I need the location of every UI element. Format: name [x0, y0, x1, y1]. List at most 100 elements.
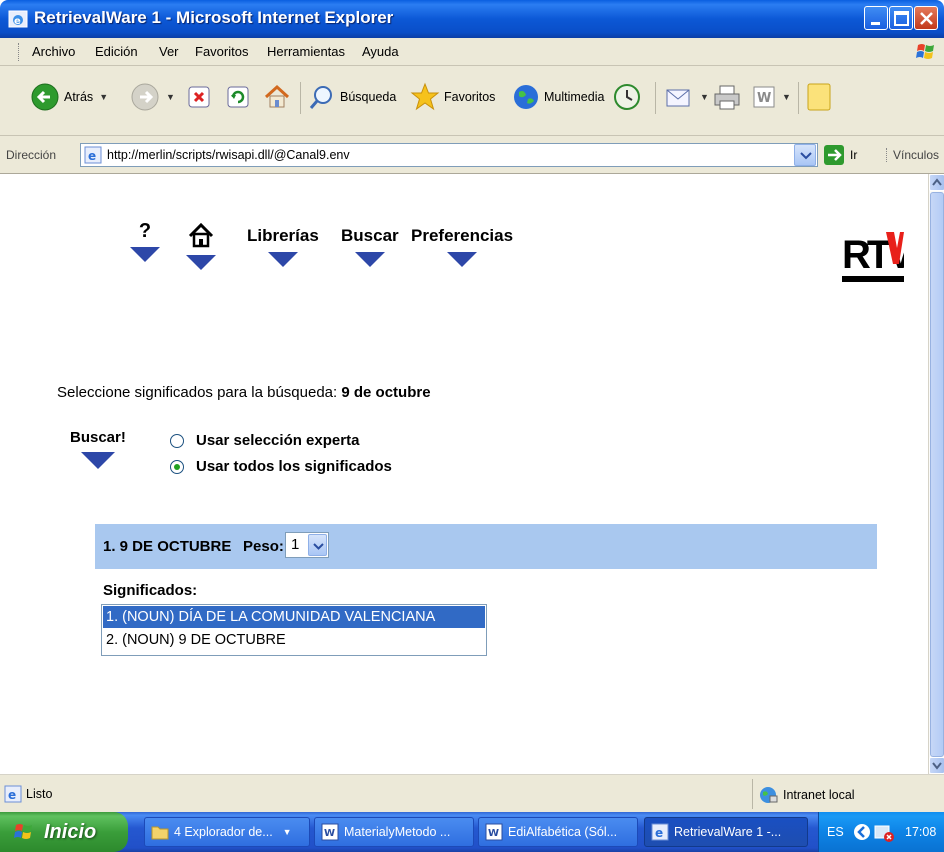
minimize-button[interactable] — [864, 6, 888, 30]
task-edialfabetica[interactable]: W EdiAlfabética (Sól... — [478, 817, 638, 847]
meaning-option-2[interactable]: 2. (NOUN) 9 DE OCTUBRE — [103, 629, 485, 651]
forward-arrow-icon — [131, 83, 159, 111]
weight-select[interactable]: 1 — [285, 532, 329, 558]
history-icon — [614, 84, 640, 110]
svg-text:e: e — [655, 826, 663, 840]
status-bar: e Listo Intranet local — [0, 774, 944, 812]
task-explorer[interactable]: 4 Explorador de... ▼ — [144, 817, 310, 847]
meaning-option-1[interactable]: 1. (NOUN) DÍA DE LA COMUNIDAD VALENCIANA — [103, 606, 485, 628]
forward-caret-icon[interactable]: ▼ — [166, 92, 175, 102]
preferences-nav-button[interactable]: Preferencias — [411, 226, 513, 267]
print-button[interactable] — [712, 80, 742, 114]
links-label[interactable]: Vínculos — [886, 148, 939, 162]
expert-selection-radio[interactable] — [170, 433, 184, 448]
word-icon: W — [485, 823, 503, 841]
close-button[interactable] — [914, 6, 938, 30]
back-caret-icon[interactable]: ▼ — [99, 92, 108, 102]
page-ie-icon: e — [84, 146, 102, 164]
tray-expand-icon[interactable] — [853, 823, 897, 843]
task-retrievalware[interactable]: e RetrievalWare 1 -... — [644, 817, 808, 847]
address-url: http://merlin/scripts/rwisapi.dll/@Canal… — [107, 148, 350, 162]
scroll-up-button[interactable] — [929, 174, 944, 191]
vertical-scrollbar[interactable] — [928, 174, 944, 774]
home-button[interactable] — [262, 80, 292, 114]
address-input[interactable]: e http://merlin/scripts/rwisapi.dll/@Can… — [80, 143, 818, 167]
search-nav-label: Buscar — [341, 226, 399, 245]
term-title: 1. 9 DE OCTUBRE — [103, 538, 232, 555]
menu-edicion[interactable]: Edición — [95, 44, 138, 59]
clock: 17:08 — [905, 825, 937, 839]
back-label: Atrás — [64, 90, 94, 104]
menu-herramientas[interactable]: Herramientas — [267, 44, 345, 59]
refresh-button[interactable] — [225, 80, 251, 114]
menu-favoritos[interactable]: Favoritos — [195, 44, 248, 59]
all-meanings-label: Usar todos los significados — [196, 458, 392, 475]
menu-archivo[interactable]: Archivo — [32, 44, 75, 59]
weight-value: 1 — [291, 536, 300, 553]
all-meanings-option[interactable]: Usar todos los significados — [170, 458, 392, 475]
printer-icon — [714, 85, 740, 110]
libraries-nav-button[interactable]: Librerías — [247, 226, 319, 267]
all-meanings-radio[interactable] — [170, 459, 184, 474]
meanings-label: Significados: — [103, 582, 198, 599]
go-arrow-icon — [824, 145, 844, 165]
edit-button[interactable]: W ▼ — [752, 80, 791, 114]
history-button[interactable] — [612, 80, 642, 114]
prompt-text: Seleccione significados para la búsqueda… — [57, 384, 338, 401]
favorites-label: Favoritos — [444, 90, 496, 104]
forward-button[interactable]: ▼ — [130, 80, 175, 114]
taskbar: Inicio 4 Explorador de... ▼ W MaterialyM… — [0, 812, 944, 852]
meanings-listbox[interactable]: 1. (NOUN) DÍA DE LA COMUNIDAD VALENCIANA… — [101, 604, 487, 656]
go-button[interactable]: Ir — [823, 144, 857, 166]
page-status-icon: e — [4, 785, 22, 803]
zone-label: Intranet local — [783, 788, 855, 802]
media-icon — [514, 85, 538, 109]
back-button[interactable]: Atrás ▼ — [30, 80, 108, 114]
mail-caret-icon[interactable]: ▼ — [700, 92, 709, 102]
back-arrow-icon — [31, 83, 59, 111]
address-bar: Dirección e http://merlin/scripts/rwisap… — [0, 136, 944, 174]
query-prompt: Seleccione significados para la búsqueda… — [57, 384, 431, 401]
task-material-label: MaterialyMetodo ... — [344, 825, 451, 839]
home-nav-button[interactable] — [186, 220, 216, 270]
buscar-submit-button[interactable]: Buscar! — [70, 429, 126, 469]
security-zone: Intranet local — [758, 785, 855, 805]
libraries-triangle-icon — [267, 252, 298, 267]
address-dropdown-button[interactable] — [794, 144, 816, 166]
expert-selection-option[interactable]: Usar selección experta — [170, 432, 359, 449]
media-button[interactable]: Multimedia — [512, 80, 604, 114]
menu-ver[interactable]: Ver — [159, 44, 179, 59]
mail-button[interactable]: ▼ — [664, 80, 709, 114]
start-button[interactable]: Inicio — [0, 812, 128, 852]
favorites-button[interactable]: Favoritos — [410, 80, 495, 114]
windows-logo-icon — [916, 44, 934, 59]
search-triangle-icon — [354, 252, 385, 267]
media-label: Multimedia — [544, 90, 605, 104]
language-indicator[interactable]: ES — [827, 825, 844, 839]
scroll-thumb[interactable] — [930, 192, 944, 757]
term-header: 1. 9 DE OCTUBRE Peso: 1 — [95, 524, 877, 569]
search-nav-button[interactable]: Buscar — [341, 226, 399, 267]
address-label: Dirección — [6, 148, 57, 162]
edit-caret-icon[interactable]: ▼ — [782, 92, 791, 102]
help-nav-button[interactable]: ? — [130, 220, 160, 262]
preferences-label: Preferencias — [411, 226, 514, 245]
start-label: Inicio — [44, 820, 97, 843]
task-material[interactable]: W MaterialyMetodo ... — [314, 817, 474, 847]
task-retrievalware-label: RetrievalWare 1 -... — [674, 825, 782, 839]
rtvv-logo: RTVV — [842, 232, 904, 282]
menu-bar: Archivo Edición Ver Favoritos Herramient… — [0, 38, 944, 66]
chevron-down-icon[interactable] — [308, 534, 327, 556]
word-icon: W — [321, 823, 339, 841]
system-tray: ES 17:08 — [818, 812, 944, 852]
menu-ayuda[interactable]: Ayuda — [362, 44, 399, 59]
stop-button[interactable] — [186, 80, 212, 114]
messenger-button[interactable] — [806, 80, 832, 114]
maximize-button[interactable] — [889, 6, 913, 30]
task-explorer-label: 4 Explorador de... — [174, 825, 273, 839]
help-triangle-icon — [130, 247, 160, 262]
task-explorer-caret-icon: ▼ — [282, 827, 292, 837]
search-button[interactable]: Búsqueda — [308, 80, 396, 114]
scroll-down-button[interactable] — [929, 757, 944, 774]
expert-selection-label: Usar selección experta — [196, 432, 360, 449]
